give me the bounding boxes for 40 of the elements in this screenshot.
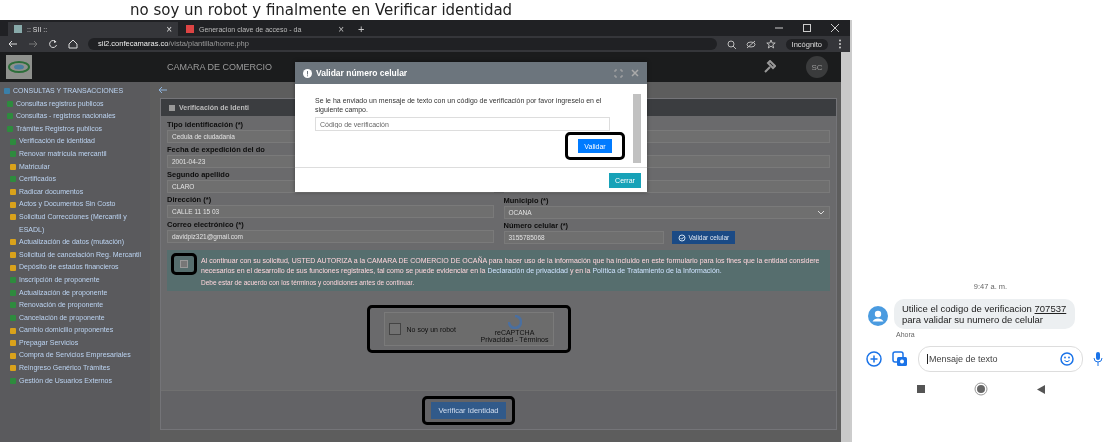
more-icon[interactable] xyxy=(838,39,842,49)
check-circle-icon xyxy=(677,233,686,242)
microphone-icon[interactable] xyxy=(1093,351,1103,367)
message-bubble: Utilice el codigo de verificacion 707537 para validar su numero de celular xyxy=(894,299,1075,329)
message-placeholder: Mensaje de texto xyxy=(927,354,998,364)
square-icon[interactable] xyxy=(916,385,925,393)
chevron-down-icon xyxy=(817,209,825,216)
logo-icon xyxy=(6,55,32,79)
hammer-icon[interactable] xyxy=(762,60,776,74)
modal-title: Validar número celular xyxy=(316,68,409,78)
add-icon[interactable] xyxy=(866,351,882,367)
close-icon[interactable] xyxy=(830,23,840,33)
scrollbar[interactable] xyxy=(633,94,641,163)
tab-close-button[interactable]: × xyxy=(166,23,172,35)
consent-checkbox[interactable] xyxy=(180,260,188,268)
star-icon[interactable] xyxy=(765,39,776,49)
back-arrow-icon[interactable] xyxy=(8,39,18,49)
avatar-icon xyxy=(868,306,888,326)
emoji-icon[interactable] xyxy=(1060,352,1074,366)
caption-text: no soy un robot y finalmente en Verificar identidad xyxy=(129,0,514,20)
maximize-icon[interactable] xyxy=(802,23,812,33)
zoom-icon[interactable] xyxy=(726,39,736,49)
new-tab-button[interactable]: + xyxy=(358,22,365,36)
user-avatar[interactable]: SC xyxy=(806,56,828,78)
checkbox-icon xyxy=(169,104,175,111)
forward-arrow-icon[interactable] xyxy=(28,39,38,49)
reload-icon[interactable] xyxy=(48,39,58,49)
code-link[interactable]: 707537 xyxy=(1034,303,1067,314)
gallery-icon[interactable] xyxy=(892,351,908,367)
home-icon[interactable] xyxy=(68,39,78,49)
back-triangle-icon[interactable] xyxy=(1036,384,1045,394)
info-icon xyxy=(303,68,312,78)
header-title: CAMARA DE COMERCIO xyxy=(167,62,272,72)
message-input-field[interactable]: Mensaje de texto xyxy=(918,346,1083,372)
eye-slash-icon[interactable] xyxy=(745,39,756,49)
captcha-checkbox[interactable] xyxy=(388,323,401,335)
tab-close-button[interactable]: × xyxy=(338,23,344,35)
home-circle-icon[interactable] xyxy=(973,382,988,396)
recaptcha-logo-icon xyxy=(507,315,522,329)
scrollbar[interactable] xyxy=(841,52,850,442)
